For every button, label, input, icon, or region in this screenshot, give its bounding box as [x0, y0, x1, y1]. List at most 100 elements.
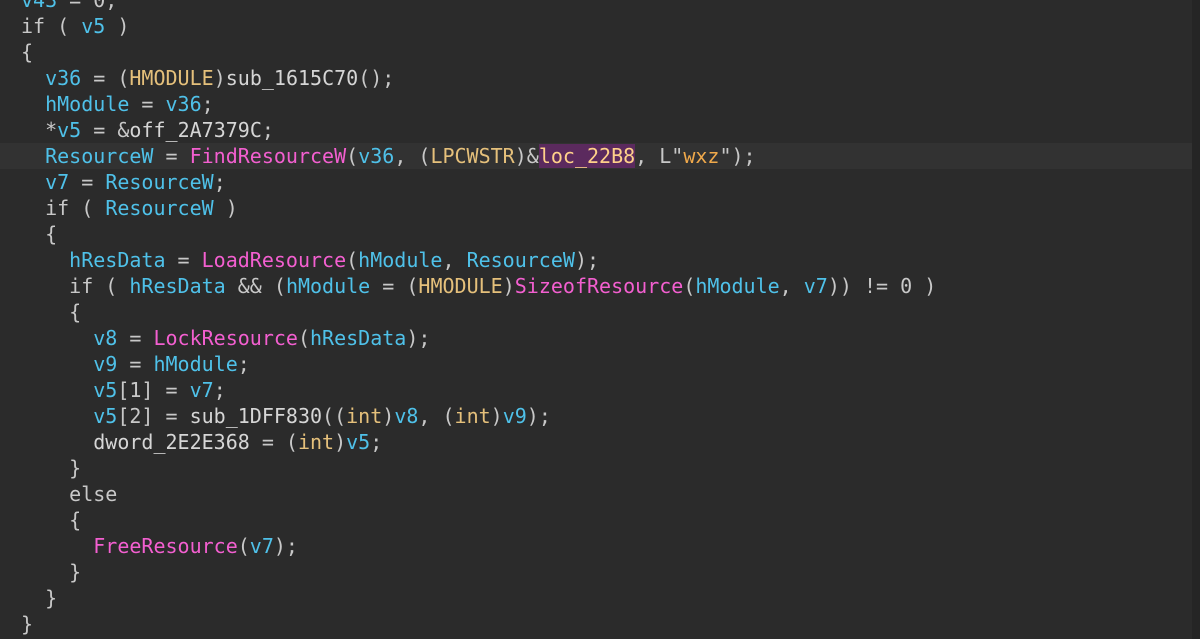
- code-token[interactable]: LPCWSTR: [430, 144, 514, 168]
- code-token[interactable]: ResourceW: [105, 170, 213, 194]
- code-token[interactable]: ;: [238, 352, 250, 376]
- code-token[interactable]: FreeResource: [93, 534, 238, 558]
- code-token[interactable]: ResourceW: [467, 248, 575, 272]
- pseudocode-view[interactable]: v43 = 0; if ( v5 ){ v36 = (HMODULE)sub_16…: [0, 0, 1200, 639]
- code-token[interactable]: LoadResource: [202, 248, 347, 272]
- code-token[interactable]: sub_1615C70: [226, 66, 358, 90]
- code-token[interactable]: }: [69, 560, 81, 584]
- code-token[interactable]: (: [346, 144, 358, 168]
- code-token[interactable]: ;: [262, 118, 274, 142]
- code-line[interactable]: {: [21, 39, 1200, 65]
- code-line[interactable]: v8 = LockResource(hResData);: [21, 325, 1200, 351]
- code-token[interactable]: =: [129, 92, 165, 116]
- code-token[interactable]: =: [69, 170, 105, 194]
- code-line[interactable]: hModule = v36;: [21, 91, 1200, 117]
- code-token[interactable]: else: [69, 482, 117, 506]
- code-token[interactable]: wxz: [683, 144, 719, 168]
- code-line[interactable]: else: [21, 481, 1200, 507]
- code-token[interactable]: ;: [202, 92, 214, 116]
- code-token[interactable]: ");: [719, 144, 755, 168]
- code-token[interactable]: sub_1DFF830: [190, 404, 322, 428]
- code-token[interactable]: SizeofResource: [515, 274, 684, 298]
- code-token[interactable]: =: [117, 352, 153, 376]
- code-line[interactable]: FreeResource(v7);: [21, 533, 1200, 559]
- code-token[interactable]: ): [105, 14, 129, 38]
- code-token[interactable]: {: [21, 40, 33, 64]
- code-line[interactable]: if ( ResourceW ): [21, 195, 1200, 221]
- code-token[interactable]: ,: [780, 274, 804, 298]
- code-token[interactable]: ,: [442, 248, 466, 272]
- code-token[interactable]: = 0;: [57, 0, 117, 12]
- code-token[interactable]: v43: [21, 0, 57, 12]
- code-token[interactable]: v36: [166, 92, 202, 116]
- code-token[interactable]: ((: [322, 404, 346, 428]
- code-token[interactable]: HMODULE: [418, 274, 502, 298]
- code-line[interactable]: if ( v5 ): [21, 13, 1200, 39]
- code-token[interactable]: }: [21, 612, 33, 636]
- code-token[interactable]: v9: [93, 352, 117, 376]
- code-token[interactable]: v36: [358, 144, 394, 168]
- code-token[interactable]: [1] =: [117, 378, 189, 402]
- code-token[interactable]: *: [45, 118, 57, 142]
- code-token[interactable]: )) != 0 ): [828, 274, 936, 298]
- code-token[interactable]: hModule: [286, 274, 370, 298]
- code-token[interactable]: );: [527, 404, 551, 428]
- code-token[interactable]: );: [406, 326, 430, 350]
- code-token[interactable]: ): [491, 404, 503, 428]
- code-token[interactable]: hModule: [45, 92, 129, 116]
- code-token[interactable]: );: [575, 248, 599, 272]
- code-line[interactable]: hResData = LoadResource(hModule, Resourc…: [21, 247, 1200, 273]
- code-token[interactable]: (: [298, 326, 310, 350]
- code-line[interactable]: {: [21, 507, 1200, 533]
- code-token[interactable]: , (: [418, 404, 454, 428]
- code-token[interactable]: off_2A7379C: [129, 118, 261, 142]
- code-token[interactable]: ResourceW: [45, 144, 153, 168]
- code-token[interactable]: = (: [370, 274, 418, 298]
- code-token[interactable]: = (: [250, 430, 298, 454]
- code-token[interactable]: hModule: [153, 352, 237, 376]
- code-token[interactable]: ,: [635, 144, 659, 168]
- code-token[interactable]: v5: [93, 378, 117, 402]
- code-token[interactable]: if (: [21, 14, 81, 38]
- code-line[interactable]: ResourceW = FindResourceW(v36, (LPCWSTR)…: [0, 143, 1200, 169]
- code-line[interactable]: }: [21, 585, 1200, 611]
- code-token[interactable]: v5: [81, 14, 105, 38]
- scrollbar[interactable]: [1192, 0, 1200, 639]
- code-token[interactable]: hResData: [310, 326, 406, 350]
- code-token[interactable]: =: [117, 326, 153, 350]
- code-line[interactable]: dword_2E2E368 = (int)v5;: [21, 429, 1200, 455]
- code-token[interactable]: v5: [346, 430, 370, 454]
- code-token[interactable]: hResData: [129, 274, 225, 298]
- code-token[interactable]: )&: [515, 144, 539, 168]
- code-line[interactable]: }: [21, 559, 1200, 585]
- code-token[interactable]: ): [214, 196, 238, 220]
- code-token[interactable]: {: [45, 222, 57, 246]
- code-line[interactable]: v5[1] = v7;: [21, 377, 1200, 403]
- code-token[interactable]: FindResourceW: [190, 144, 347, 168]
- code-token[interactable]: LockResource: [153, 326, 298, 350]
- code-token[interactable]: hModule: [695, 274, 779, 298]
- code-token[interactable]: ();: [358, 66, 394, 90]
- code-token[interactable]: int: [455, 404, 491, 428]
- code-line[interactable]: *v5 = &off_2A7379C;: [21, 117, 1200, 143]
- code-token[interactable]: ;: [214, 378, 226, 402]
- code-token[interactable]: v5: [57, 118, 81, 142]
- code-line[interactable]: v36 = (HMODULE)sub_1615C70();: [21, 65, 1200, 91]
- code-line[interactable]: }: [21, 455, 1200, 481]
- code-token[interactable]: ): [214, 66, 226, 90]
- code-line[interactable]: v7 = ResourceW;: [21, 169, 1200, 195]
- code-token[interactable]: loc_22B8: [538, 144, 636, 168]
- code-token[interactable]: =: [153, 144, 189, 168]
- code-token[interactable]: {: [69, 508, 81, 532]
- code-line[interactable]: v5[2] = sub_1DFF830((int)v8, (int)v9);: [21, 403, 1200, 429]
- code-token[interactable]: ): [334, 430, 346, 454]
- code-token[interactable]: int: [346, 404, 382, 428]
- code-token[interactable]: && (: [226, 274, 286, 298]
- code-token[interactable]: ): [382, 404, 394, 428]
- code-token[interactable]: }: [69, 456, 81, 480]
- code-token[interactable]: ;: [370, 430, 382, 454]
- code-token[interactable]: , (: [394, 144, 430, 168]
- code-token[interactable]: [2] =: [117, 404, 189, 428]
- code-token[interactable]: int: [298, 430, 334, 454]
- code-line[interactable]: v43 = 0;: [21, 0, 1200, 13]
